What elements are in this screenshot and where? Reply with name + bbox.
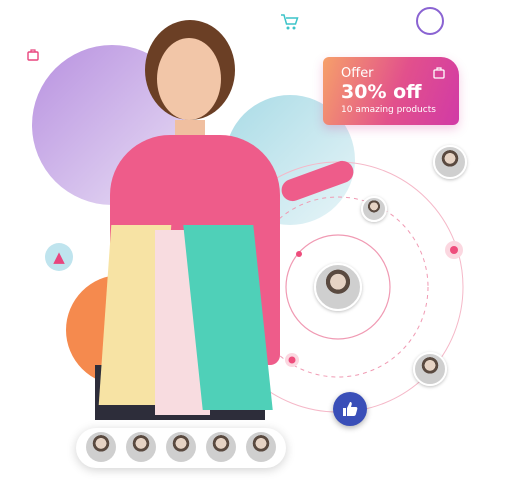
offer-card[interactable]: Offer 30% off 10 amazing products <box>323 57 459 125</box>
avatar-center[interactable] <box>314 263 362 311</box>
like-button[interactable] <box>333 392 367 426</box>
avatar-strip <box>76 428 286 468</box>
avatar-strip-item[interactable] <box>86 432 116 462</box>
thumbs-up-icon <box>343 402 358 416</box>
shopping-bag-icon <box>27 49 39 61</box>
avatar-orbit[interactable] <box>413 352 447 386</box>
shopping-cart-icon <box>281 14 299 30</box>
avatar-orbit[interactable] <box>433 145 467 179</box>
dress-icon: ▲ <box>45 243 73 271</box>
avatar-strip-item[interactable] <box>126 432 156 462</box>
offer-discount: 30% off <box>341 81 422 103</box>
woman-illustration <box>95 20 357 420</box>
avatar-strip-item[interactable] <box>166 432 196 462</box>
offer-subtitle: 10 amazing products <box>341 105 436 115</box>
avatar-strip-item[interactable] <box>206 432 236 462</box>
offer-label: Offer <box>341 66 374 81</box>
avatar-orbit[interactable] <box>361 196 387 222</box>
shopping-bag-icon <box>433 67 445 79</box>
avatar-strip-item[interactable] <box>246 432 276 462</box>
